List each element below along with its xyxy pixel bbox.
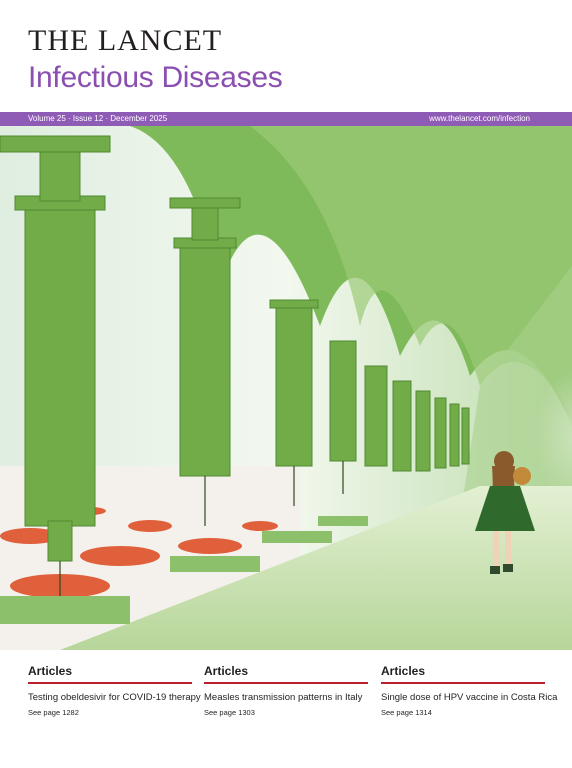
article-page-ref: See page 1314 [381,708,432,717]
masthead: THE LANCET Infectious Diseases [0,0,572,112]
article-teaser-3[interactable]: Articles Single dose of HPV vaccine in C… [381,664,557,717]
article-page-ref: See page 1303 [204,708,255,717]
journal-url-link[interactable]: www.thelancet.com/infection [429,112,530,126]
journal-title: THE LANCET [28,24,223,57]
syringe-arcade-illustration-icon [0,126,572,650]
article-headline[interactable]: Measles transmission patterns in Italy [204,692,364,703]
issue-bar: Volume 25 · Issue 12 · December 2025 www… [0,112,572,126]
cover-illustration [0,126,572,650]
article-kicker: Articles [204,664,249,678]
article-headline[interactable]: Single dose of HPV vaccine in Costa Rica [381,692,557,703]
article-teaser-2[interactable]: Articles Measles transmission patterns i… [204,664,368,717]
red-rule [381,682,545,684]
issue-info: Volume 25 · Issue 12 · December 2025 [28,114,168,123]
red-rule [204,682,368,684]
journal-subtitle: Infectious Diseases [28,61,283,94]
cover-footer: Articles Testing obeldesivir for COVID-1… [0,650,572,768]
article-teaser-1[interactable]: Articles Testing obeldesivir for COVID-1… [28,664,201,717]
article-kicker: Articles [28,664,73,678]
red-rule [28,682,192,684]
article-page-ref: See page 1282 [28,708,79,717]
article-kicker: Articles [381,664,426,678]
article-headline[interactable]: Testing obeldesivir for COVID-19 therapy [28,692,201,703]
